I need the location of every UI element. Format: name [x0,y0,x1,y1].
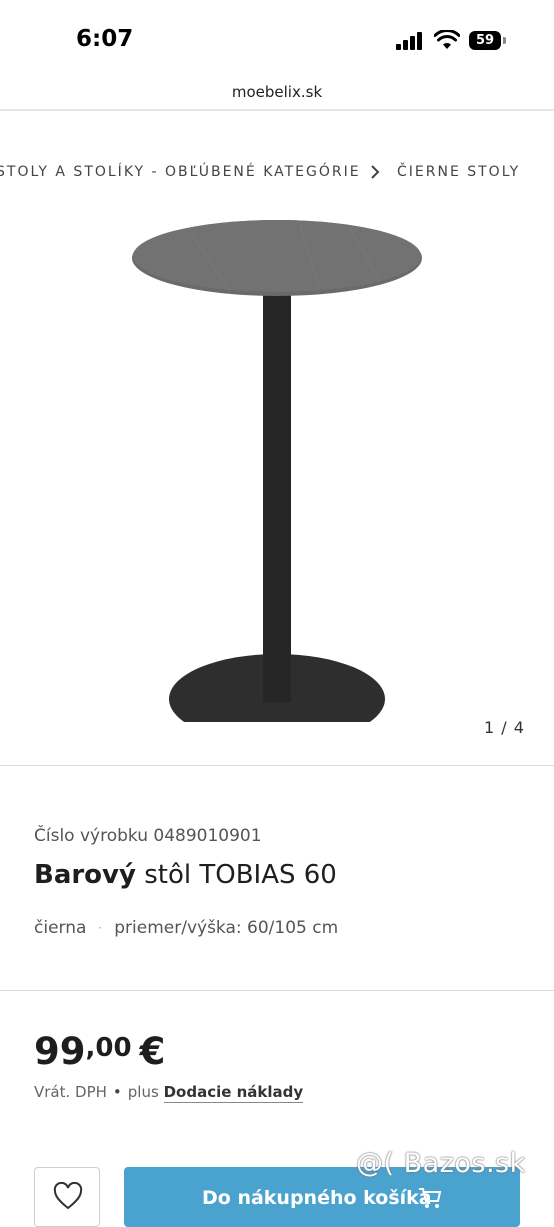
signal-icon [396,32,422,50]
header-divider [0,109,554,111]
chevron-right-icon [371,165,380,179]
url-text: moebelix.sk [231,83,323,101]
gallery-counter: 1 / 4 [484,718,525,737]
tax-info: Vrát. DPH • plus Dodacie náklady [34,1083,304,1103]
product-color: čierna [34,918,87,938]
battery-tip [503,37,506,44]
price-integer: 99 [34,1030,86,1073]
product-title-rest: stôl TOBIAS 60 [144,860,337,890]
divider [0,990,554,991]
tax-separator: • [112,1083,122,1101]
status-time: 6:07 [76,26,134,52]
product-number: Číslo výrobku 0489010901 [34,826,262,846]
breadcrumb-item-black-tables[interactable]: ČIERNE STOLY [397,160,520,184]
status-bar: 6:07 59 [0,0,554,80]
product-dimensions: priemer/výška: 60/105 cm [114,918,339,938]
product-title-bold: Barový [34,860,136,890]
vat-label: Vrát. DPH [34,1083,107,1101]
wishlist-button[interactable] [34,1167,100,1227]
attribute-separator: · [98,921,103,935]
address-bar[interactable]: moebelix.sk [0,80,554,110]
shipping-costs-link[interactable]: Dodacie náklady [163,1083,304,1103]
product-title: Barový stôl TOBIAS 60 [34,860,337,890]
plus-label: plus [127,1083,159,1101]
add-to-cart-label: Do nákupného košíka [202,1187,432,1209]
breadcrumb: STOLY A STOLÍKY - OBĽÚBENÉ KATEGÓRIE ČIE… [0,160,554,184]
product-gallery[interactable]: 1 / 4 [0,200,554,760]
watermark: @( Bazos.sk [356,1148,526,1179]
product-attributes: čierna · priemer/výška: 60/105 cm [34,918,338,938]
wifi-icon [434,30,460,49]
heart-icon [53,1182,83,1210]
price-currency: € [139,1030,166,1073]
divider [0,765,554,766]
cart-icon [419,1188,442,1208]
price-decimal: ,00 [85,1033,132,1063]
battery-icon: 59 [469,31,507,51]
battery-level: 59 [469,31,501,50]
product-image[interactable] [120,212,440,722]
breadcrumb-item-category[interactable]: STOLY A STOLÍKY - OBĽÚBENÉ KATEGÓRIE [0,160,361,184]
product-price: 99,00 € [34,1030,165,1073]
